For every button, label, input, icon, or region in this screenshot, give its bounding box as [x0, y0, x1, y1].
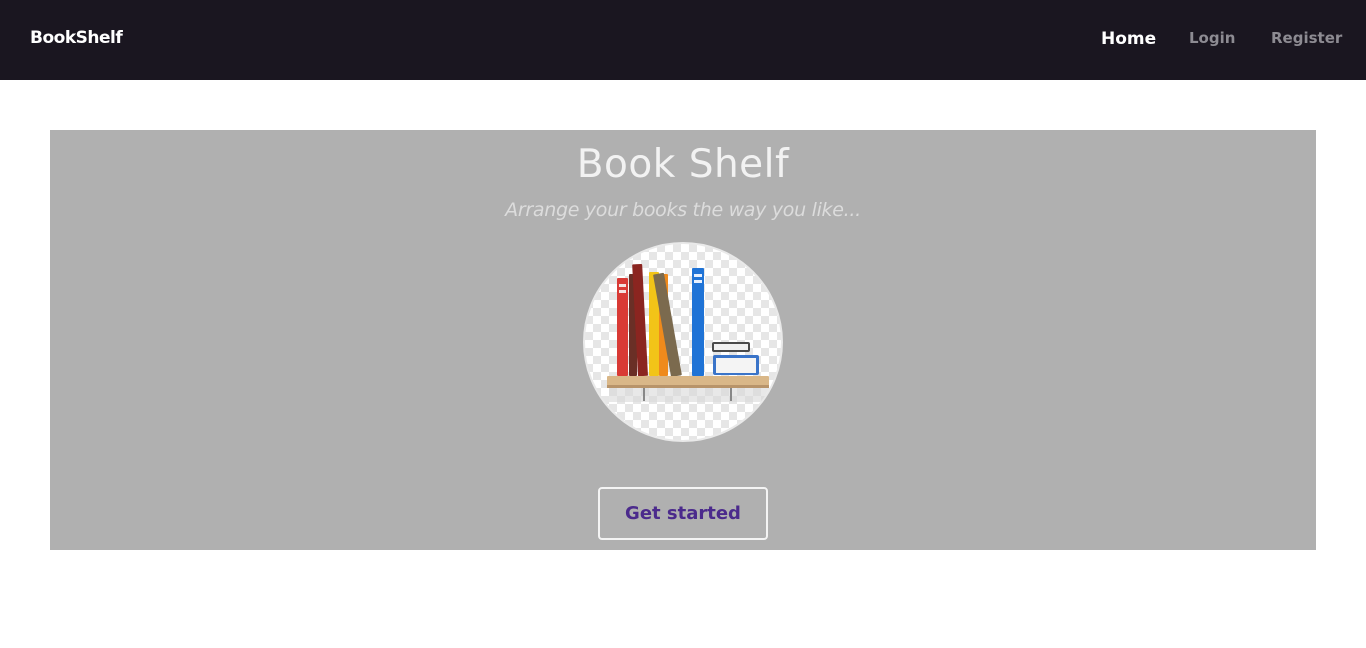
hero-title: Book Shelf [576, 142, 790, 187]
hero-subtitle: Arrange your books the way you like... [505, 199, 861, 221]
nav-home-link[interactable]: Home [1101, 29, 1156, 49]
get-started-button[interactable]: Get started [598, 487, 768, 540]
nav-login-link[interactable]: Login [1189, 29, 1235, 47]
bookshelf-illustration-icon [607, 263, 769, 402]
brand-link[interactable]: BookShelf [30, 28, 123, 48]
bookshelf-image [583, 242, 783, 442]
hero-jumbotron: Book Shelf Arrange your books the way yo… [50, 130, 1316, 550]
navbar: BookShelf Home Login Register [0, 0, 1366, 80]
nav-register-link[interactable]: Register [1271, 29, 1342, 47]
